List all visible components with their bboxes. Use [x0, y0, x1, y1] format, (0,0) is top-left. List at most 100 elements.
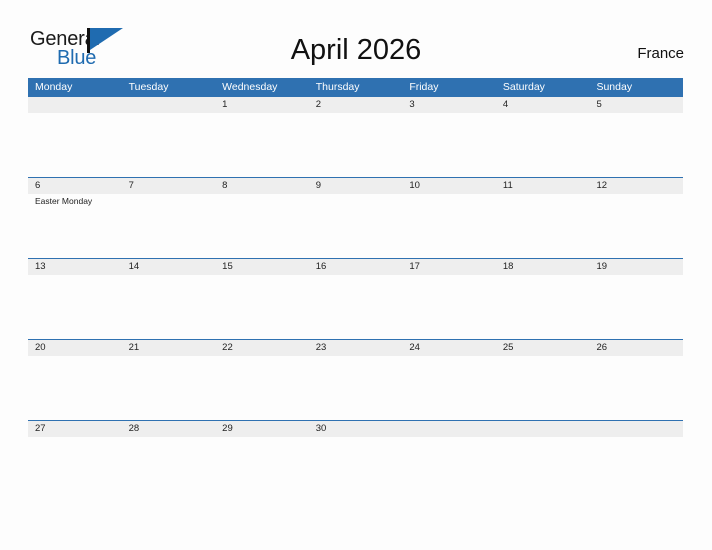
weekday-header-monday: Monday [35, 81, 73, 93]
week-days: 27 28 29 30 [28, 421, 684, 501]
day-number: 14 [128, 261, 140, 272]
weekday-header-wednesday: Wednesday [222, 81, 278, 93]
day-number-band [28, 97, 122, 113]
calendar-week-row: 13 14 15 16 17 18 19 [28, 258, 684, 339]
calendar-day-cell[interactable]: 13 [28, 259, 122, 339]
calendar-week-row: 6 Easter Monday 7 8 9 10 11 12 [28, 177, 684, 258]
calendar-day-cell[interactable]: 26 [589, 340, 684, 420]
weekday-header-row: Monday Tuesday Wednesday Thursday Friday… [28, 78, 683, 96]
day-number: 24 [409, 342, 420, 353]
calendar-grid: Monday Tuesday Wednesday Thursday Friday… [28, 78, 684, 501]
day-events: Easter Monday [35, 195, 119, 207]
day-number: 19 [596, 261, 608, 272]
day-number: 1 [222, 99, 228, 110]
day-number: 17 [409, 261, 420, 272]
weekday-header-thursday: Thursday [315, 81, 360, 93]
weekday-header-friday: Friday [409, 81, 439, 93]
day-number: 15 [222, 261, 233, 272]
calendar-day-cell[interactable]: 10 [402, 178, 496, 258]
calendar-day-cell[interactable]: 28 [121, 421, 216, 501]
calendar-day-cell[interactable]: 11 [495, 178, 590, 258]
calendar-day-cell[interactable]: 27 [28, 421, 122, 501]
calendar-day-cell[interactable]: 3 [402, 97, 496, 177]
page-header: General Blue April 2026 France [0, 0, 712, 78]
day-number-band [308, 178, 403, 194]
calendar-day-cell[interactable]: 16 [308, 259, 403, 339]
calendar-day-cell-empty [495, 421, 590, 501]
weekday-header-sunday: Sunday [596, 81, 633, 93]
day-number: 28 [128, 423, 140, 434]
day-number: 9 [315, 180, 322, 191]
day-number: 29 [222, 423, 233, 434]
week-days: 6 Easter Monday 7 8 9 10 11 12 [28, 178, 684, 258]
calendar-day-cell[interactable]: 6 Easter Monday [28, 178, 122, 258]
calendar-day-cell[interactable]: 2 [308, 97, 403, 177]
day-number: 4 [502, 99, 509, 110]
calendar-day-cell[interactable]: 15 [215, 259, 309, 339]
day-number: 18 [502, 261, 514, 272]
day-number-band [589, 421, 684, 437]
calendar-day-cell-empty [589, 421, 684, 501]
calendar-day-cell[interactable]: 30 [308, 421, 403, 501]
calendar-day-cell[interactable]: 24 [402, 340, 496, 420]
day-number: 27 [35, 423, 46, 434]
calendar-day-cell[interactable]: 4 [495, 97, 590, 177]
day-number-band [589, 97, 684, 113]
calendar-day-cell[interactable]: 17 [402, 259, 496, 339]
week-days: 20 21 22 23 24 25 26 [28, 340, 684, 420]
day-number: 7 [128, 180, 134, 191]
day-number: 26 [596, 342, 608, 353]
day-number: 12 [596, 180, 608, 191]
week-days: 1 2 3 4 5 [28, 97, 684, 177]
calendar-day-cell[interactable]: 1 [215, 97, 309, 177]
calendar-day-cell-empty [28, 97, 122, 177]
calendar-day-cell-empty [121, 97, 216, 177]
day-number: 30 [315, 423, 327, 434]
calendar-weeks: 1 2 3 4 5 6 Easter Monday 7 8 9 10 11 12 13 14 15 16 17 18… [28, 96, 684, 501]
day-number: 20 [35, 342, 46, 353]
calendar-day-cell[interactable]: 14 [121, 259, 216, 339]
holiday-event-label: Easter Monday [35, 196, 93, 206]
calendar-day-cell[interactable]: 19 [589, 259, 684, 339]
day-number-band [402, 97, 496, 113]
calendar-day-cell[interactable]: 23 [308, 340, 403, 420]
calendar-day-cell[interactable]: 22 [215, 340, 309, 420]
day-number: 2 [315, 99, 322, 110]
day-number: 22 [222, 342, 233, 353]
calendar-day-cell[interactable]: 18 [495, 259, 590, 339]
day-number: 23 [315, 342, 327, 353]
day-number-band [28, 178, 122, 194]
weekday-header-saturday: Saturday [502, 81, 545, 93]
calendar-day-cell[interactable]: 8 [215, 178, 309, 258]
calendar-day-cell[interactable]: 25 [495, 340, 590, 420]
day-number-band [402, 421, 496, 437]
day-number: 10 [409, 180, 420, 191]
calendar-day-cell[interactable]: 5 [589, 97, 684, 177]
day-number: 11 [502, 180, 513, 191]
day-number: 25 [502, 342, 514, 353]
day-number: 3 [409, 99, 415, 110]
calendar-day-cell[interactable]: 12 [589, 178, 684, 258]
day-number: 6 [35, 180, 41, 191]
country-label: France [637, 45, 684, 62]
day-number-band [495, 97, 590, 113]
calendar-day-cell[interactable]: 29 [215, 421, 309, 501]
day-number-band [215, 178, 309, 194]
calendar-page: General Blue April 2026 France Monday Tu… [0, 0, 712, 550]
day-number: 8 [222, 180, 228, 191]
day-number: 16 [315, 261, 327, 272]
week-days: 13 14 15 16 17 18 19 [28, 259, 684, 339]
day-number-band [121, 97, 216, 113]
page-title: April 2026 [290, 34, 422, 66]
calendar-day-cell[interactable]: 9 [308, 178, 403, 258]
weekday-header-tuesday: Tuesday [128, 81, 169, 93]
calendar-day-cell[interactable]: 21 [121, 340, 216, 420]
day-number: 5 [596, 99, 602, 110]
calendar-week-row: 20 21 22 23 24 25 26 [28, 339, 684, 420]
calendar-week-row: 1 2 3 4 5 [28, 96, 684, 177]
calendar-week-row: 27 28 29 30 [28, 420, 684, 501]
day-number: 13 [35, 261, 46, 272]
calendar-day-cell[interactable]: 7 [121, 178, 216, 258]
calendar-day-cell[interactable]: 20 [28, 340, 122, 420]
calendar-day-cell-empty [402, 421, 496, 501]
